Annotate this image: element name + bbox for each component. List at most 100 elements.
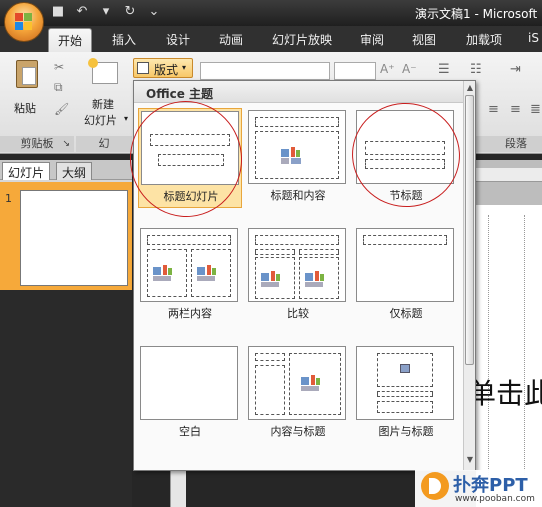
paste-label: 粘贴 — [14, 102, 36, 115]
picture-placeholder-icon — [400, 364, 410, 373]
tab-review[interactable]: 审阅 — [360, 31, 384, 48]
tab-design[interactable]: 设计 — [166, 31, 190, 48]
save-icon[interactable]: ■ — [50, 4, 66, 20]
quick-access-toolbar: ■ ↶ ▾ ↻ ⌄ — [50, 4, 162, 20]
paste-button[interactable]: 粘贴 — [10, 58, 46, 124]
layout-title-slide[interactable]: 标题幻灯片 — [138, 108, 242, 208]
scroll-up-icon[interactable]: ▲ — [465, 83, 475, 93]
dialog-launcher-icon[interactable]: ↘ — [62, 136, 70, 152]
tab-slide-show[interactable]: 幻灯片放映 — [272, 31, 332, 48]
slide-number: 1 — [5, 192, 12, 205]
layout-thumbnail — [248, 110, 346, 184]
watermark: 扑奔PPT www.pooban.com — [415, 470, 542, 507]
scroll-thumb[interactable] — [465, 95, 474, 365]
office-button[interactable] — [4, 2, 44, 42]
tab-slides[interactable]: 幻灯片 — [2, 162, 51, 180]
customize-qat-icon[interactable]: ⌄ — [146, 4, 162, 20]
layout-thumbnail — [140, 346, 238, 420]
font-size-box[interactable] — [334, 62, 376, 80]
grow-font-icon[interactable]: A⁺ — [380, 62, 395, 76]
layout-thumbnail — [356, 110, 454, 184]
slide-thumbnail[interactable] — [20, 190, 128, 286]
new-slide-label-line1: 新建 — [92, 98, 114, 111]
tab-animations[interactable]: 动画 — [219, 31, 243, 48]
layout-thumbnail — [141, 111, 239, 185]
layout-label: 仅标题 — [389, 307, 423, 320]
layout-picture-with-caption[interactable]: 图片与标题 — [354, 344, 458, 444]
horizontal-ruler — [476, 168, 542, 182]
format-painter-icon[interactable]: 🖌 — [54, 102, 69, 116]
layout-comparison[interactable]: 比较 — [246, 226, 350, 326]
tab-outline[interactable]: 大纲 — [56, 162, 93, 180]
layout-title-and-content[interactable]: 标题和内容 — [246, 108, 350, 208]
numbering-icon[interactable]: ☷ — [470, 62, 482, 77]
layout-thumbnail — [140, 228, 238, 302]
content-placeholder-icon — [261, 269, 293, 289]
content-placeholder-icon — [305, 269, 337, 289]
pane-background — [0, 290, 132, 507]
shrink-font-icon[interactable]: A⁻ — [402, 62, 417, 76]
layout-icon — [137, 62, 149, 74]
clipboard-icon — [16, 60, 38, 88]
title-bar: ■ ↶ ▾ ↻ ⌄ 演示文稿1 - Microsoft — [0, 0, 542, 26]
new-slide-button[interactable]: 新建 幻灯片 ▾ — [80, 58, 132, 132]
new-slide-label-line2: 幻灯片 — [84, 114, 117, 127]
layout-two-content[interactable]: 两栏内容 — [138, 226, 242, 326]
slide-thumbnail-row[interactable]: 1 — [0, 182, 132, 290]
brand-logo-icon — [421, 472, 449, 500]
undo-icon[interactable]: ↶ — [74, 4, 90, 20]
tab-insert[interactable]: 插入 — [112, 31, 136, 48]
pane-tabs: 幻灯片 大纲 — [0, 160, 132, 180]
content-placeholder-icon — [197, 263, 229, 283]
ribbon-tab-row: 开始 插入 设计 动画 幻灯片放映 审阅 视图 加载项 iS — [0, 26, 542, 52]
layout-blank[interactable]: 空白 — [138, 344, 242, 444]
layout-thumbnail — [248, 346, 346, 420]
layout-label: 节标题 — [389, 189, 423, 202]
tab-addins[interactable]: 加载项 — [466, 31, 502, 48]
bullets-icon[interactable]: ☰ — [438, 62, 450, 77]
new-slide-icon — [88, 58, 118, 84]
indent-icon[interactable]: ⇥ — [510, 62, 521, 77]
justify-icon[interactable]: ≣ — [530, 102, 541, 117]
font-name-box[interactable] — [200, 62, 330, 80]
chevron-down-icon: ▾ — [182, 63, 187, 72]
layout-label: 图片与标题 — [378, 425, 434, 438]
gallery-scrollbar[interactable]: ▲ ▼ — [463, 81, 475, 470]
scroll-down-icon[interactable]: ▼ — [465, 455, 475, 465]
layout-button-label: 版式 — [154, 63, 179, 77]
layout-section-header[interactable]: 节标题 — [354, 108, 458, 208]
layout-button[interactable]: 版式 ▾ — [133, 58, 193, 78]
cut-icon[interactable]: ✂ — [54, 60, 64, 74]
gallery-header: Office 主题 — [134, 81, 465, 103]
office-logo-icon — [15, 13, 33, 31]
layout-label: 两栏内容 — [168, 307, 212, 320]
tab-view[interactable]: 视图 — [412, 31, 436, 48]
layout-gallery: Office 主题 ▲ ▼ 标题幻灯片 标题和内容 节标题 两栏内容 比较 仅标… — [124, 80, 476, 471]
chevron-down-icon: ▾ — [124, 114, 129, 123]
window-title: 演示文稿1 - Microsoft — [415, 7, 538, 21]
align-center-icon[interactable]: ≡ — [488, 102, 499, 117]
layout-label: 标题和内容 — [270, 189, 326, 202]
tab-home[interactable]: 开始 — [48, 28, 93, 52]
gallery-title: Office 主题 — [146, 87, 214, 101]
title-placeholder-text[interactable]: 单击此 — [468, 372, 542, 412]
content-placeholder-icon — [153, 263, 185, 283]
layout-title-only[interactable]: 仅标题 — [354, 226, 458, 326]
layout-label: 标题幻灯片 — [163, 190, 219, 203]
redo-icon[interactable]: ↻ — [122, 4, 138, 20]
slides-group-label: 幻 — [76, 136, 132, 152]
layout-thumbnail — [356, 346, 454, 420]
watermark-url: www.pooban.com — [455, 494, 535, 504]
copy-icon[interactable]: ⧉ — [54, 80, 63, 95]
layout-label: 比较 — [287, 307, 309, 320]
layout-label: 空白 — [179, 425, 201, 438]
slides-pane: 幻灯片 大纲 1 — [0, 160, 132, 290]
layout-thumbnail — [356, 228, 454, 302]
slide-canvas[interactable] — [476, 205, 542, 507]
align-right-icon[interactable]: ≡ — [510, 102, 521, 117]
dropdown-arrow-icon[interactable]: ▾ — [98, 4, 114, 20]
layout-content-with-caption[interactable]: 内容与标题 — [246, 344, 350, 444]
tab-is[interactable]: iS — [528, 31, 539, 45]
layout-label: 内容与标题 — [270, 425, 326, 438]
layout-thumbnail — [248, 228, 346, 302]
